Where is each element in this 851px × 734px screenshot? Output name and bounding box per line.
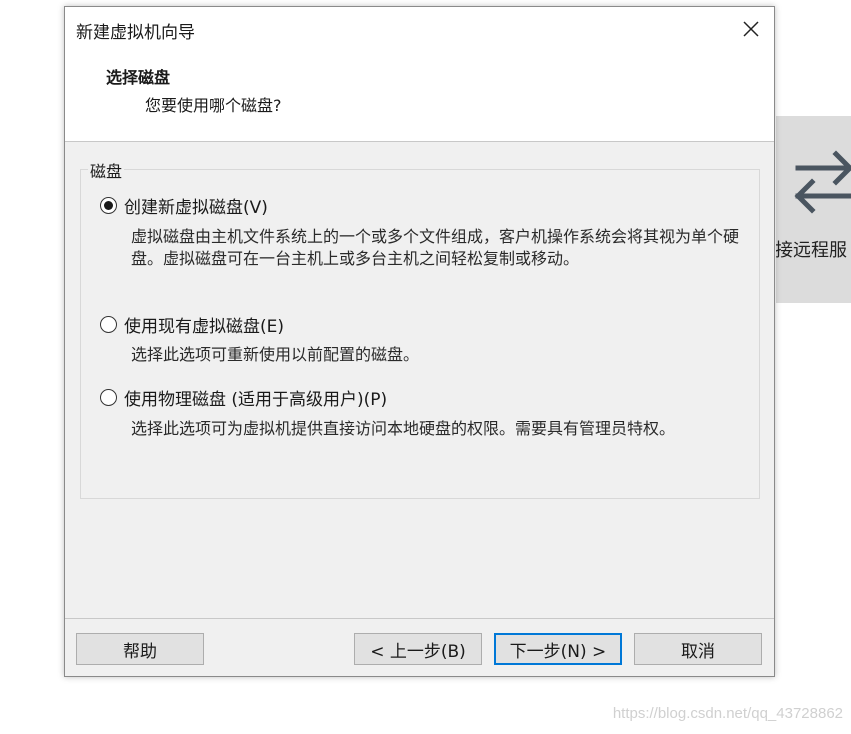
option-label: 使用物理磁盘 (适用于高级用户)(P) [124,390,388,410]
option-description: 选择此选项可为虚拟机提供直接访问本地硬盘的权限。需要具有管理员特权。 [131,419,676,438]
option-label: 创建新虚拟磁盘(V) [124,198,268,218]
radio-use-physical-disk[interactable] [100,389,117,406]
new-vm-wizard-dialog: 新建虚拟机向导 选择磁盘 您要使用哪个磁盘? 磁盘 创建新虚拟磁盘(V) 虚拟磁… [64,6,775,677]
close-button[interactable] [734,11,768,47]
dialog-header: 新建虚拟机向导 选择磁盘 您要使用哪个磁盘? [65,7,774,142]
swap-arrows-icon [794,150,851,214]
footer-divider [65,618,774,619]
close-icon [743,21,759,37]
dialog-title: 新建虚拟机向导 [76,23,195,43]
screen: 接远程服 https://blog.csdn.net/qq_43728862 新… [0,0,851,734]
page-subheading: 您要使用哪个磁盘? [145,96,282,115]
tile-label: 接远程服 [776,240,847,261]
option-create-new-disk[interactable]: 创建新虚拟磁盘(V) [100,193,268,218]
radio-use-existing-disk[interactable] [100,316,117,333]
help-button[interactable]: 帮助 [76,633,204,665]
option-use-physical-disk[interactable]: 使用物理磁盘 (适用于高级用户)(P) [100,385,387,410]
radio-create-new-disk[interactable] [100,197,117,214]
next-button[interactable]: 下一步(N) > [494,633,622,665]
remote-connection-tile[interactable]: 接远程服 [776,116,851,303]
watermark: https://blog.csdn.net/qq_43728862 [612,705,843,722]
group-legend: 磁盘 [88,158,125,182]
option-description: 选择此选项可重新使用以前配置的磁盘。 [131,345,420,364]
back-button[interactable]: < 上一步(B) [354,633,482,665]
page-heading: 选择磁盘 [106,68,171,87]
option-description: 虚拟磁盘由主机文件系统上的一个或多个文件组成，客户机操作系统会将其视为单个硬盘。… [131,227,740,268]
cancel-button[interactable]: 取消 [634,633,762,665]
option-label: 使用现有虚拟磁盘(E) [124,317,285,337]
disk-group: 磁盘 创建新虚拟磁盘(V) 虚拟磁盘由主机文件系统上的一个或多个文件组成，客户机… [80,158,760,499]
option-use-existing-disk[interactable]: 使用现有虚拟磁盘(E) [100,312,284,337]
